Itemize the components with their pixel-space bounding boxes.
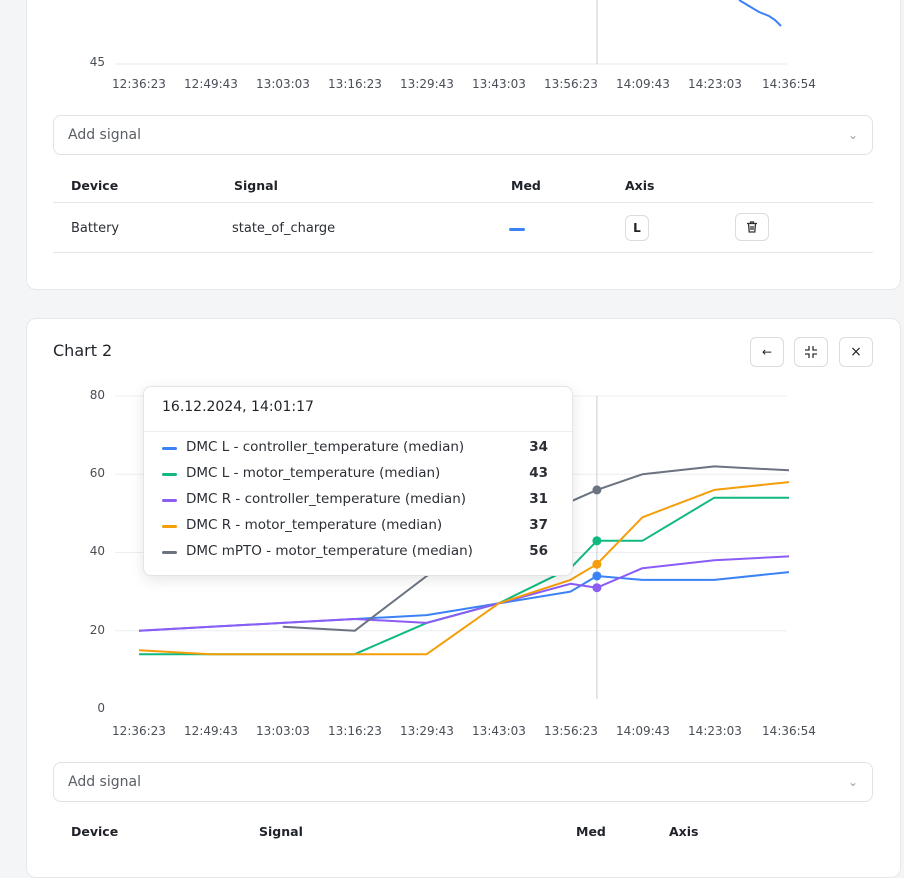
x-tick-label: 14:09:43 [616, 724, 670, 738]
tooltip-row: DMC R - motor_temperature (median) 37 [162, 517, 562, 537]
x-tick-label: 13:16:23 [328, 724, 382, 738]
tooltip-series-value: 37 [529, 517, 548, 533]
x-tick-label: 14:09:43 [616, 77, 670, 91]
col-header-signal: Signal [234, 178, 278, 193]
chart-1-x-axis: 12:36:23 12:49:43 13:03:03 13:16:23 13:2… [27, 77, 900, 93]
x-tick-label: 12:36:23 [112, 724, 166, 738]
chart-2-card: Chart 2 ← × 80 60 40 20 0 12:36:23 12:49… [26, 318, 901, 878]
tooltip-timestamp: 16.12.2024, 14:01:17 [162, 399, 314, 415]
x-tick-label: 12:49:43 [184, 724, 238, 738]
x-tick-label: 13:56:23 [544, 724, 598, 738]
close-icon: × [850, 344, 862, 360]
chart-1-series-line [738, 0, 782, 27]
add-signal-select[interactable]: Add signal ⌄ [53, 115, 873, 155]
x-tick-label: 13:03:03 [256, 77, 310, 91]
tooltip-series-label: DMC L - controller_temperature (median) [186, 439, 465, 455]
y-tick-label: 0 [97, 701, 105, 715]
cursor-point [592, 536, 602, 546]
cursor-point [592, 559, 602, 569]
tooltip-series-value: 43 [529, 465, 548, 481]
y-tick-label: 40 [89, 544, 105, 558]
collapse-button[interactable] [794, 337, 828, 367]
x-tick-label: 14:23:03 [688, 77, 742, 91]
collapse-icon [805, 346, 817, 358]
chart-2-x-axis: 12:36:23 12:49:43 13:03:03 13:16:23 13:2… [27, 724, 900, 740]
series-line [138, 571, 790, 632]
trash-icon [747, 221, 757, 233]
chart-1-y-tick: 45 [89, 55, 105, 69]
cursor-point [592, 485, 602, 495]
series-swatch [162, 447, 177, 450]
add-signal-placeholder: Add signal [68, 127, 141, 143]
x-tick-label: 13:29:43 [400, 77, 454, 91]
y-tick-label: 20 [89, 623, 105, 637]
col-header-device: Device [71, 178, 119, 193]
tooltip-row: DMC L - controller_temperature (median) … [162, 439, 562, 459]
chart-1-plot [115, 0, 787, 65]
col-header-med: Med [511, 178, 541, 193]
add-signal-select[interactable]: Add signal ⌄ [53, 762, 873, 802]
table-row-divider [53, 252, 873, 253]
back-button[interactable]: ← [750, 337, 784, 367]
x-tick-label: 13:03:03 [256, 724, 310, 738]
x-tick-label: 12:49:43 [184, 77, 238, 91]
series-swatch [162, 551, 177, 554]
arrow-left-icon: ← [761, 345, 773, 359]
tooltip-series-label: DMC L - motor_temperature (median) [186, 465, 441, 481]
col-header-axis: Axis [625, 178, 655, 193]
chart-1-card: 45 12:36:23 12:49:43 13:03:03 13:16:23 1… [26, 0, 901, 290]
chevron-down-icon: ⌄ [847, 128, 858, 142]
cursor-point [592, 583, 602, 593]
cell-signal: state_of_charge [232, 221, 336, 236]
add-signal-placeholder: Add signal [68, 774, 141, 790]
table-header-divider [53, 202, 873, 203]
tooltip-series-value: 31 [529, 491, 548, 507]
col-header-device: Device [71, 824, 119, 839]
x-tick-label: 13:29:43 [400, 724, 454, 738]
y-tick-label: 80 [89, 388, 105, 402]
x-tick-label: 14:36:54 [762, 77, 816, 91]
tooltip-divider [144, 431, 572, 432]
chart-tooltip: 16.12.2024, 14:01:17 DMC L - controller_… [143, 386, 573, 576]
median-color-swatch [509, 228, 525, 231]
chart-title: Chart 2 [53, 341, 113, 360]
y-tick-label: 60 [89, 466, 105, 480]
tooltip-series-value: 34 [529, 439, 548, 455]
x-tick-label: 12:36:23 [112, 77, 166, 91]
tooltip-series-label: DMC mPTO - motor_temperature (median) [186, 543, 473, 559]
cursor-point [592, 571, 602, 581]
delete-signal-button[interactable] [735, 213, 769, 241]
tooltip-row: DMC mPTO - motor_temperature (median) 56 [162, 543, 562, 563]
tooltip-row: DMC L - motor_temperature (median) 43 [162, 465, 562, 485]
close-button[interactable]: × [839, 337, 873, 367]
x-tick-label: 14:23:03 [688, 724, 742, 738]
series-swatch [162, 473, 177, 476]
x-tick-label: 13:16:23 [328, 77, 382, 91]
x-tick-label: 14:36:54 [762, 724, 816, 738]
tooltip-series-label: DMC R - controller_temperature (median) [186, 491, 467, 507]
x-tick-label: 13:56:23 [544, 77, 598, 91]
x-tick-label: 13:43:03 [472, 77, 526, 91]
axis-toggle-label: L [633, 221, 641, 235]
col-header-axis: Axis [669, 824, 699, 839]
col-header-med: Med [576, 824, 606, 839]
tooltip-row: DMC R - controller_temperature (median) … [162, 491, 562, 511]
series-swatch [162, 525, 177, 528]
chevron-down-icon: ⌄ [847, 775, 858, 789]
tooltip-series-value: 56 [529, 543, 548, 559]
col-header-signal: Signal [259, 824, 303, 839]
x-tick-label: 13:43:03 [472, 724, 526, 738]
axis-toggle-button[interactable]: L [625, 215, 649, 241]
tooltip-series-label: DMC R - motor_temperature (median) [186, 517, 443, 533]
cell-device: Battery [71, 221, 120, 236]
series-swatch [162, 499, 177, 502]
